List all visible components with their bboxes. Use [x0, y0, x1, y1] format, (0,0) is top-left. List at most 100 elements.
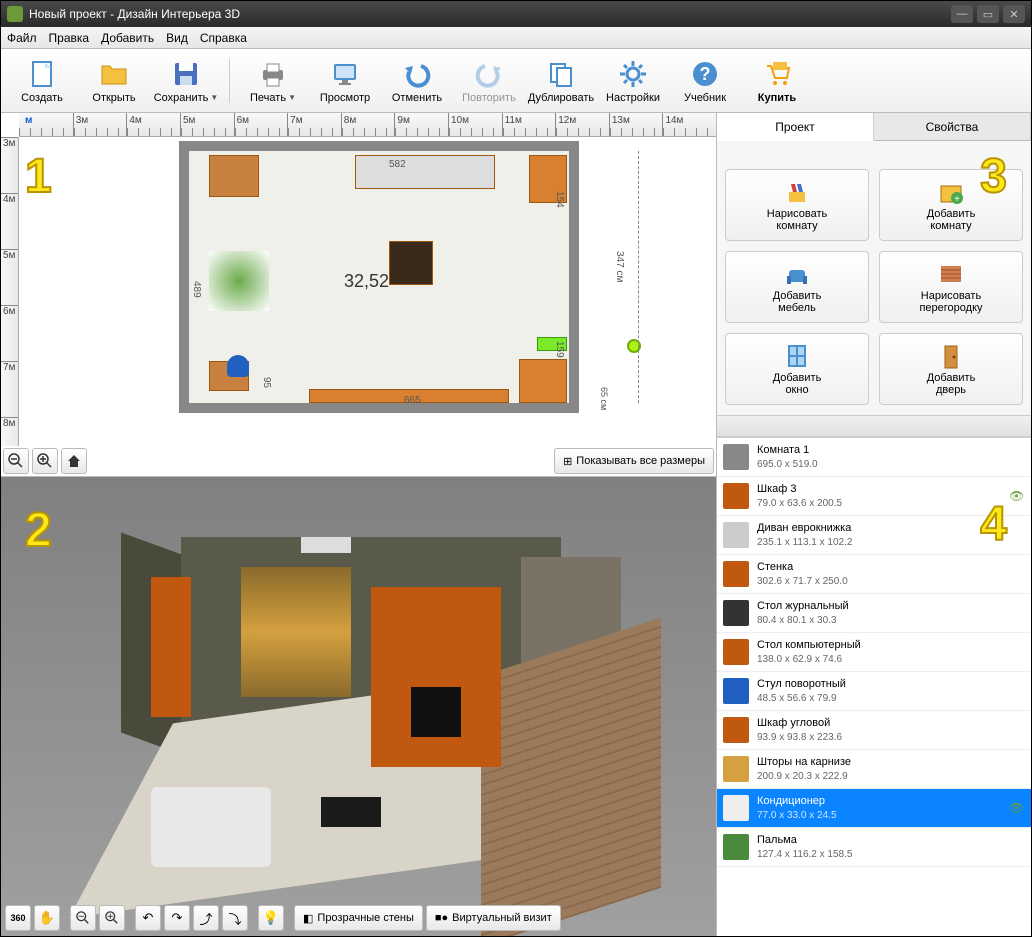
visibility-icon[interactable]: 👁: [1009, 801, 1025, 815]
furniture-chair[interactable]: [227, 355, 249, 377]
curtains: [241, 567, 351, 697]
object-item[interactable]: Шкаф угловой93.9 x 93.8 x 223.6: [717, 711, 1031, 750]
dim-gap: 65 см: [599, 387, 609, 410]
virtual-visit-button[interactable]: ■●Виртуальный визит: [426, 905, 561, 931]
titlebar: Новый проект - Дизайн Интерьера 3D — ▭ ✕: [1, 1, 1031, 27]
dim-top: 582: [389, 159, 406, 170]
transparent-walls-button[interactable]: ◧Прозрачные стены: [294, 905, 423, 931]
add-room-icon: +: [937, 178, 965, 206]
add-furniture-icon: [783, 260, 811, 288]
folder-icon: [98, 58, 130, 90]
object-name: Шкаф 3: [757, 482, 1001, 496]
rotate-360-button[interactable]: 360: [5, 905, 31, 931]
objects-header: [717, 415, 1031, 437]
object-dimensions: 138.0 x 62.9 x 74.6: [757, 653, 1025, 666]
object-dimensions: 79.0 x 63.6 x 200.5: [757, 497, 1001, 510]
tab-project[interactable]: Проект: [717, 113, 874, 141]
menu-4[interactable]: Справка: [200, 31, 247, 45]
object-thumbnail: [723, 834, 749, 860]
open-button[interactable]: Открыть: [81, 53, 147, 109]
menu-2[interactable]: Добавить: [101, 31, 154, 45]
plan-canvas[interactable]: 582 32,52 489 665 347 см 154 159 95 65 с…: [19, 137, 716, 446]
tilt-up-button[interactable]: ⤴: [193, 905, 219, 931]
maximize-button[interactable]: ▭: [977, 5, 999, 23]
save-icon: [170, 58, 202, 90]
furniture-corner2[interactable]: [519, 359, 567, 403]
add-door-button[interactable]: Добавитьдверь: [879, 333, 1023, 405]
object-thumbnail: [723, 444, 749, 470]
object-dimensions: 302.6 x 71.7 x 250.0: [757, 575, 1025, 588]
minimize-button[interactable]: —: [951, 5, 973, 23]
object-thumbnail: [723, 756, 749, 782]
object-item[interactable]: Кондиционер77.0 x 33.0 x 24.5👁: [717, 789, 1031, 828]
pan-button[interactable]: ✋: [34, 905, 60, 931]
light-button[interactable]: 💡: [258, 905, 284, 931]
visibility-icon[interactable]: 👁: [1009, 489, 1025, 503]
menu-0[interactable]: Файл: [7, 31, 37, 45]
object-name: Стенка: [757, 560, 1025, 574]
close-button[interactable]: ✕: [1003, 5, 1025, 23]
rotate-right-button[interactable]: ↷: [164, 905, 190, 931]
dimension-line: [638, 151, 639, 403]
preview-button[interactable]: Просмотр: [312, 53, 378, 109]
dim-corner: 95: [261, 377, 272, 388]
object-dimensions: 80.4 x 80.1 x 30.3: [757, 614, 1025, 627]
save-button[interactable]: Сохранить▼: [153, 53, 219, 109]
zoom-out-button[interactable]: [3, 448, 29, 474]
help-button[interactable]: ?Учебник: [672, 53, 738, 109]
create-button[interactable]: Создать: [9, 53, 75, 109]
object-item[interactable]: Шторы на карнизе200.9 x 20.3 x 222.9: [717, 750, 1031, 789]
menu-1[interactable]: Правка: [49, 31, 90, 45]
furniture-wardrobe[interactable]: [209, 155, 259, 197]
camera-icon: ■●: [435, 912, 448, 924]
view-3d[interactable]: 360 ✋ ↶ ↷ ⤴ ⤵ 💡 ◧Прозрачные стены ■●Вирт…: [1, 477, 716, 936]
furniture-sofa-top[interactable]: [355, 155, 495, 189]
dim-side: 154: [554, 191, 565, 208]
wardrobe-3d: [151, 577, 191, 717]
buy-button[interactable]: Купить: [744, 53, 810, 109]
object-name: Шторы на карнизе: [757, 755, 1025, 769]
settings-button[interactable]: Настройки: [600, 53, 666, 109]
object-item[interactable]: Стол журнальный80.4 x 80.1 x 30.3: [717, 594, 1031, 633]
redo-button[interactable]: Повторить: [456, 53, 522, 109]
print-button[interactable]: Печать▼: [240, 53, 306, 109]
copy-icon: [545, 58, 577, 90]
object-item[interactable]: Диван еврокнижка235.1 x 113.1 x 102.2: [717, 516, 1031, 555]
object-item[interactable]: Стол компьютерный138.0 x 62.9 x 74.6: [717, 633, 1031, 672]
object-dimensions: 200.9 x 20.3 x 222.9: [757, 770, 1025, 783]
object-item[interactable]: Стенка302.6 x 71.7 x 250.0: [717, 555, 1031, 594]
tilt-down-button[interactable]: ⤵: [222, 905, 248, 931]
menu-3[interactable]: Вид: [166, 31, 188, 45]
object-item[interactable]: Стул поворотный48.5 x 56.6 x 79.9: [717, 672, 1031, 711]
add-window-button[interactable]: Добавитьокно: [725, 333, 869, 405]
object-item[interactable]: Шкаф 379.0 x 63.6 x 200.5 👁: [717, 477, 1031, 516]
toolbar: СоздатьОткрытьСохранить▼ Печать▼ПросмотрО…: [1, 49, 1031, 113]
home-button[interactable]: [61, 448, 87, 474]
furniture-plant[interactable]: [209, 251, 269, 311]
object-item[interactable]: Комната 1695.0 x 519.0: [717, 438, 1031, 477]
ac-unit-3d: [301, 537, 351, 553]
duplicate-button[interactable]: Дублировать: [528, 53, 594, 109]
object-thumbnail: [723, 717, 749, 743]
zoom-in-button[interactable]: [32, 448, 58, 474]
add-room-button[interactable]: +Добавитькомнату: [879, 169, 1023, 241]
show-all-dims-button[interactable]: ⊞Показывать все размеры: [554, 448, 714, 474]
object-list[interactable]: Комната 1695.0 x 519.0Шкаф 379.0 x 63.6 …: [717, 437, 1031, 936]
furniture-table[interactable]: [389, 241, 433, 285]
add-furniture-button[interactable]: Добавитьмебель: [725, 251, 869, 323]
tab-properties[interactable]: Свойства: [874, 113, 1031, 140]
chevron-down-icon: ▼: [288, 93, 296, 102]
draw-room-button[interactable]: Нарисоватькомнату: [725, 169, 869, 241]
zoom-out-3d-button[interactable]: [70, 905, 96, 931]
zoom-in-3d-button[interactable]: [99, 905, 125, 931]
floorplan-view[interactable]: м3м4м5м6м7м8м9м10м11м12м13м14м 3м4м5м6м7…: [1, 113, 716, 477]
redo-icon: [473, 58, 505, 90]
object-dimensions: 127.4 x 116.2 x 158.5: [757, 848, 1025, 861]
object-item[interactable]: Пальма127.4 x 116.2 x 158.5: [717, 828, 1031, 867]
rotate-left-button[interactable]: ↶: [135, 905, 161, 931]
app-icon: [7, 6, 23, 22]
draw-partition-button[interactable]: Нарисоватьперегородку: [879, 251, 1023, 323]
ruler-horizontal: м3м4м5м6м7м8м9м10м11м12м13м14м: [19, 113, 716, 137]
undo-button[interactable]: Отменить: [384, 53, 450, 109]
object-thumbnail: [723, 483, 749, 509]
